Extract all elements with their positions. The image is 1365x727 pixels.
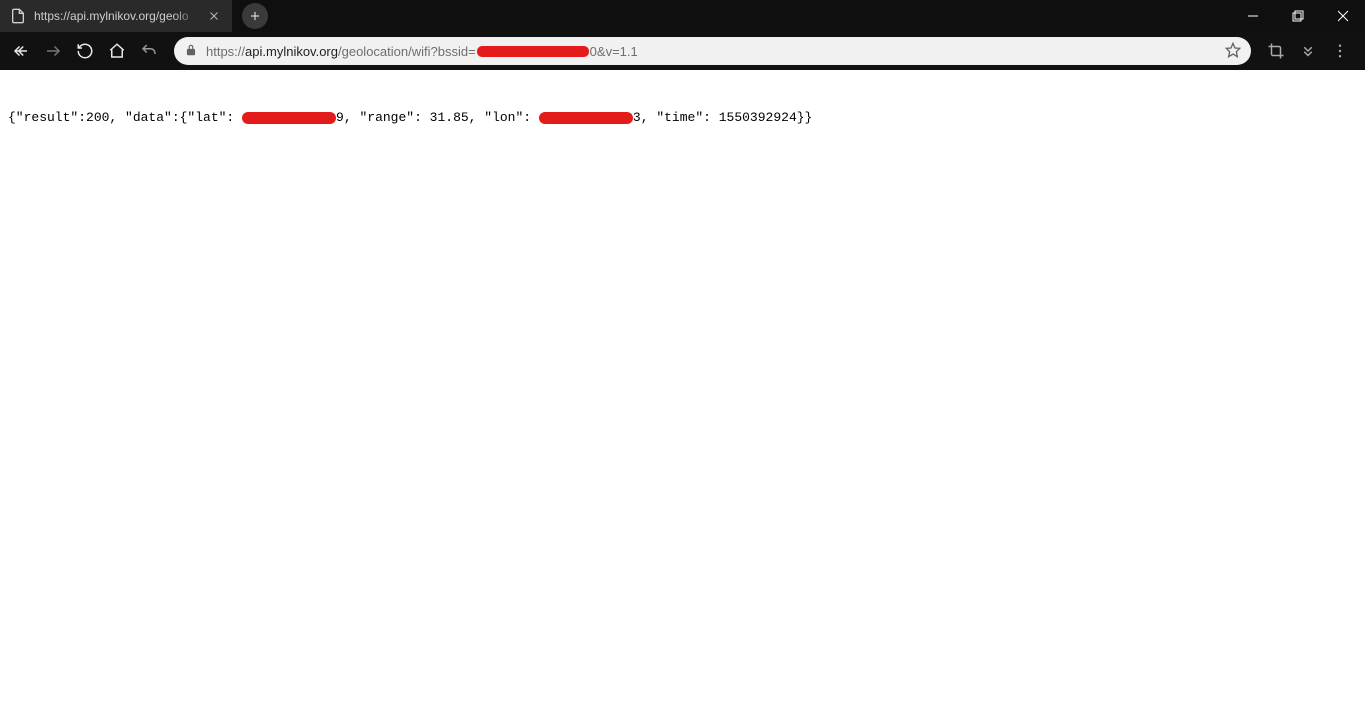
url-host: api.mylnikov.org [245, 44, 338, 59]
new-tab-wrap [232, 0, 268, 32]
titlebar: https://api.mylnikov.org/geolo [0, 0, 1365, 32]
toolbar-right [1261, 36, 1359, 66]
tab-close-button[interactable] [206, 8, 222, 24]
browser-tab[interactable]: https://api.mylnikov.org/geolo [0, 0, 232, 32]
json-lat-tail: 9 [336, 110, 344, 125]
menu-button[interactable] [1325, 36, 1355, 66]
forward-button[interactable] [38, 36, 68, 66]
undo-icon[interactable] [134, 36, 164, 66]
bookmark-star-icon[interactable] [1225, 42, 1241, 61]
json-response: {"result":200, "data":{"lat": 9, "range"… [8, 110, 1357, 125]
json-lon-tail: 3 [633, 110, 641, 125]
url-text: https://api.mylnikov.org/geolocation/wif… [206, 44, 1217, 59]
redaction-mark [539, 112, 633, 124]
chevrons-down-icon[interactable] [1293, 36, 1323, 66]
lock-icon [184, 43, 198, 60]
url-path-before: /geolocation/wifi?bssid= [338, 44, 476, 59]
url-scheme: https:// [206, 44, 245, 59]
minimize-button[interactable] [1230, 0, 1275, 32]
close-window-button[interactable] [1320, 0, 1365, 32]
json-seg2: , "range": 31.85, "lon": [344, 110, 539, 125]
home-button[interactable] [102, 36, 132, 66]
page-content: {"result":200, "data":{"lat": 9, "range"… [0, 70, 1365, 150]
url-path-after: 0&v=1.1 [590, 44, 638, 59]
tab-title: https://api.mylnikov.org/geolo [34, 9, 198, 23]
maximize-button[interactable] [1275, 0, 1320, 32]
titlebar-drag-area[interactable] [268, 0, 1230, 32]
file-icon [10, 8, 26, 24]
address-bar[interactable]: https://api.mylnikov.org/geolocation/wif… [174, 37, 1251, 65]
back-button[interactable] [6, 36, 36, 66]
window-controls [1230, 0, 1365, 32]
crop-icon[interactable] [1261, 36, 1291, 66]
json-seg3: , "time": 1550392924}} [641, 110, 813, 125]
new-tab-button[interactable] [242, 3, 268, 29]
reload-button[interactable] [70, 36, 100, 66]
toolbar: https://api.mylnikov.org/geolocation/wif… [0, 32, 1365, 70]
json-seg1: {"result":200, "data":{"lat": [8, 110, 242, 125]
redaction-mark [477, 46, 589, 57]
redaction-mark [242, 112, 336, 124]
